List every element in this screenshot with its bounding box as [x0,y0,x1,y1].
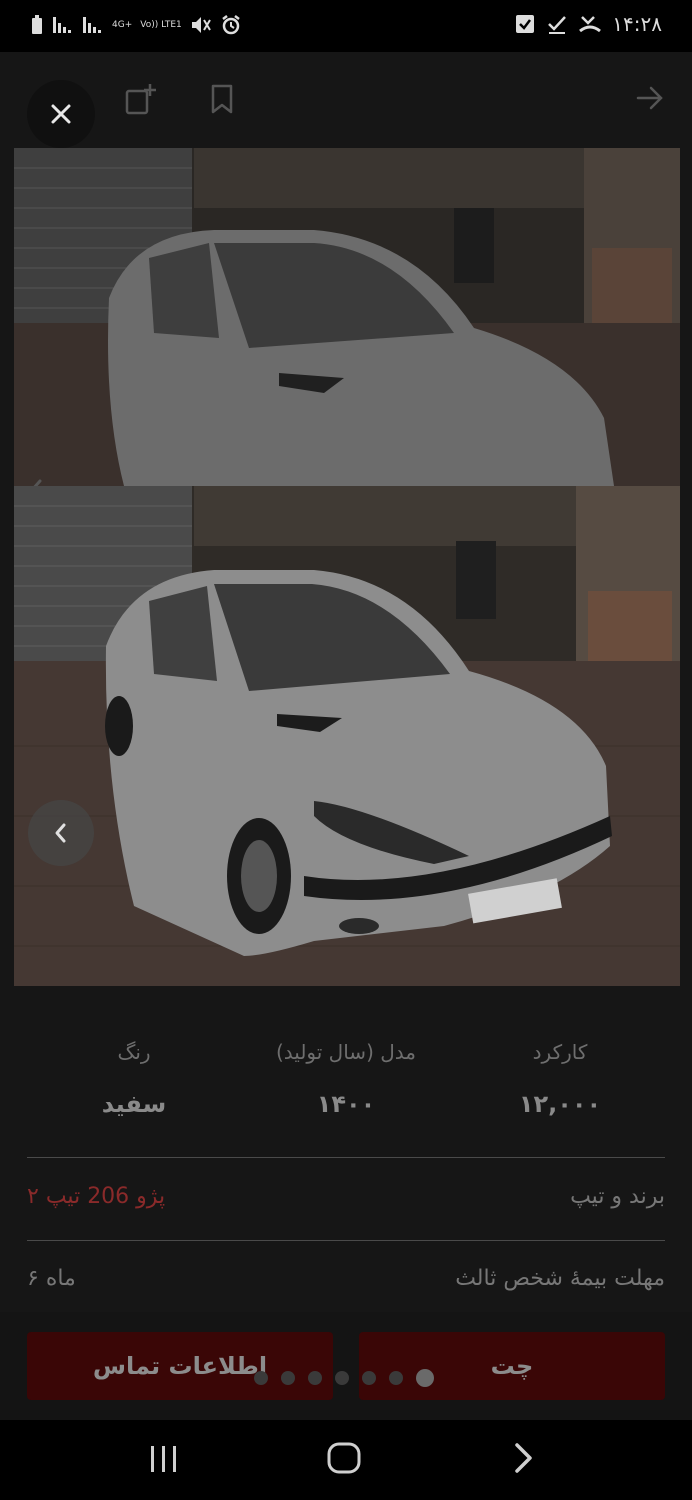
color-value: سفید [101,1090,167,1118]
status-bar: 4G+ Vo)) LTE1 ۱۴:۲۸ [0,0,692,52]
insurance-label: مهلت بیمهٔ شخص ثالث [455,1266,665,1291]
alarm-icon [220,14,242,36]
status-icons-left: 4G+ Vo)) LTE1 [30,14,242,36]
divider [27,1157,665,1158]
network-type-4g: 4G+ [112,20,133,30]
system-nav-bar [0,1420,692,1500]
missed-call-icon [578,13,602,35]
signal-icon-2 [82,15,104,35]
chevron-left-icon [55,823,66,843]
page-dot-active[interactable] [416,1369,434,1387]
mileage-value: ۱۲,۰۰۰ [518,1090,602,1118]
brand-value[interactable]: پژو 206 تیپ ۲ [27,1184,165,1209]
previous-image-button[interactable] [28,800,94,866]
insurance-row: مهلت بیمهٔ شخص ثالث ۶ ماه [27,1266,665,1306]
contact-info-button[interactable]: اطلاعات تماس [27,1332,333,1400]
page-dot[interactable] [362,1371,376,1385]
model-year-value: ۱۴۰۰ [316,1090,376,1118]
page-dot[interactable] [335,1371,349,1385]
stat-mileage: کارکرد ۱۲,۰۰۰ [460,1040,660,1118]
close-button[interactable] [27,80,95,148]
forward-arrow-icon[interactable] [634,82,666,118]
page-dot[interactable] [281,1371,295,1385]
stat-color: رنگ سفید [34,1040,234,1118]
brand-label: برند و تیپ [570,1184,665,1209]
action-bar: اطلاعات تماس چت [0,1312,692,1420]
download-check-icon [514,13,536,35]
page-dot[interactable] [389,1371,403,1385]
home-icon[interactable] [326,1440,362,1480]
recent-apps-icon[interactable] [148,1440,180,1480]
car-photo-current[interactable] [14,486,680,986]
bookmark-icon[interactable] [208,82,236,120]
battery-icon [30,14,44,36]
toolbar [0,52,692,148]
photo-gallery[interactable] [14,148,680,986]
status-icons-right: ۱۴:۲۸ [514,12,662,36]
insurance-value: ۶ ماه [27,1266,76,1291]
stat-model-year: مدل (سال تولید) ۱۴۰۰ [246,1040,446,1118]
chat-button[interactable]: چت [359,1332,665,1400]
page-dot[interactable] [308,1371,322,1385]
status-time: ۱۴:۲۸ [612,12,662,36]
back-icon[interactable] [508,1440,538,1480]
mute-icon [190,15,212,35]
page-dot[interactable] [254,1371,268,1385]
signal-icon [52,15,74,35]
close-icon [51,104,71,124]
add-note-icon[interactable] [124,82,158,120]
color-label: رنگ [117,1040,151,1064]
mileage-label: کارکرد [532,1040,588,1064]
divider [27,1240,665,1241]
car-photo-previous[interactable] [14,148,680,486]
model-year-label: مدل (سال تولید) [276,1040,416,1064]
network-type-lte: Vo)) LTE1 [140,20,182,30]
ad-gallery-view: کارکرد ۱۲,۰۰۰ مدل (سال تولید) ۱۴۰۰ رنگ س… [0,52,692,1420]
check-icon [546,13,568,35]
gallery-page-indicator [254,1369,434,1387]
brand-row[interactable]: برند و تیپ پژو 206 تیپ ۲ [27,1184,665,1224]
